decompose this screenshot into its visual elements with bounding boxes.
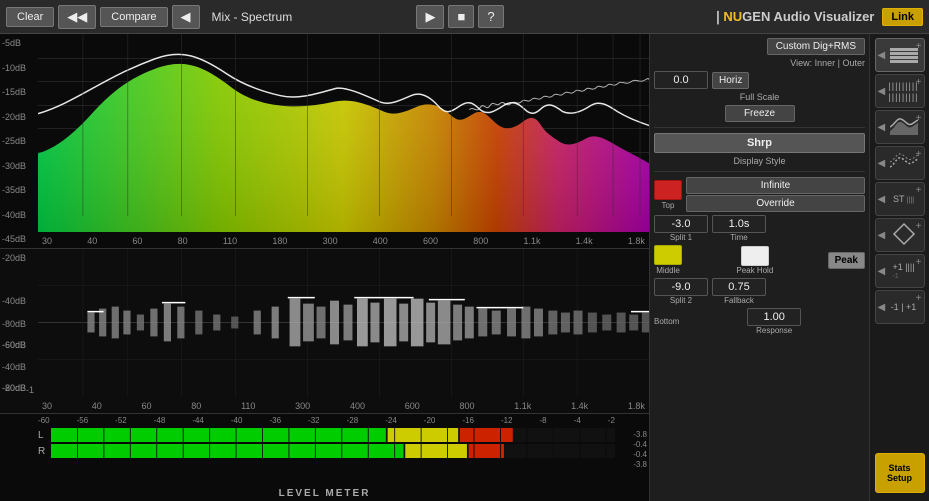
full-scale-label: Full Scale <box>654 92 865 102</box>
stats-setup-button[interactable]: Stats Setup <box>875 453 925 493</box>
spectrum-y-labels: -5dB -10dB -15dB -20dB -25dB -30dB -35dB… <box>0 34 38 248</box>
custom-dig-rms-button[interactable]: Custom Dig+RMS <box>767 38 865 55</box>
middle-label: Middle <box>656 266 680 275</box>
viz-btn-meter1[interactable]: ◀ +1 |||| -1 + <box>875 254 925 288</box>
peak-color-swatch <box>741 246 769 266</box>
split1-input[interactable] <box>654 215 708 233</box>
arrow-left-icon-3: ◀ <box>878 122 886 133</box>
clear-button[interactable]: Clear <box>6 7 54 27</box>
time-label: Time <box>730 233 747 242</box>
nugen-logo: ❘NUGEN Audio Visualizer <box>712 9 874 25</box>
level-meter-label: LEVEL METER <box>279 488 371 499</box>
main-layout: -5dB -10dB -15dB -20dB -25dB -30dB -35dB… <box>0 34 929 501</box>
minus1-label: -1 <box>26 385 34 395</box>
far-right-panel: ◀ + ◀ ||||||||| ||||||||| + ◀ <box>869 34 929 501</box>
viz-btn-filled[interactable]: ◀ + <box>875 110 925 144</box>
r-label: R <box>38 446 48 457</box>
top-bar: Clear ◀◀ Compare ◀ Mix - Spectrum ▶ ■ ? … <box>0 0 929 34</box>
fallback-label: Fallback <box>724 296 754 305</box>
link-button[interactable]: Link <box>882 8 923 26</box>
viz-btn-meter2[interactable]: ◀ -1 | +1 + <box>875 290 925 324</box>
l-label: L <box>38 430 48 441</box>
peak-hold-label: Peak Hold <box>736 266 773 275</box>
plus-icon-3: + <box>916 113 922 124</box>
middle-color-swatch <box>654 245 682 265</box>
spectrum-x-labels: 30 40 60 80 110 180 300 400 600 800 1.1k… <box>38 236 649 246</box>
r-meter-bar <box>51 444 615 458</box>
arrow-left-icon-4: ◀ <box>878 158 886 169</box>
spectrum-area: -5dB -10dB -15dB -20dB -25dB -30dB -35dB… <box>0 34 649 249</box>
plus-icon-6: + <box>916 221 922 232</box>
view-label: View: Inner | Outer <box>654 58 865 68</box>
stats-label: Stats <box>888 463 910 473</box>
prev-button[interactable]: ◀ <box>172 5 200 29</box>
left-panel: -5dB -10dB -15dB -20dB -25dB -30dB -35dB… <box>0 34 649 501</box>
viz-btn-st[interactable]: ◀ ST |||| + <box>875 182 925 216</box>
level-meter-area: -60 -56 -52 -48 -44 -40 -36 -32 -28 -24 … <box>0 414 649 501</box>
freeze-button[interactable]: Freeze <box>725 105 795 122</box>
bottom-ctrl-label: Bottom <box>654 317 679 326</box>
infinite-button[interactable]: Infinite <box>686 177 865 194</box>
setup-label: Setup <box>887 473 912 483</box>
title-text: Mix - Spectrum <box>204 10 413 24</box>
split2-input[interactable] <box>654 278 708 296</box>
viz-btn-diamond[interactable]: ◀ + <box>875 218 925 252</box>
help-button[interactable]: ? <box>478 5 503 28</box>
l-meter-bar <box>51 428 615 442</box>
peak-button[interactable]: Peak <box>828 252 865 269</box>
top-label: Top <box>662 201 675 210</box>
plus-icon-2: + <box>916 77 922 88</box>
arrow-left-icon-5: ◀ <box>878 194 886 205</box>
time-input[interactable] <box>712 215 766 233</box>
horiz-button[interactable]: Horiz <box>712 72 749 89</box>
right-panel: Custom Dig+RMS View: Inner | Outer Horiz… <box>649 34 869 501</box>
compare-button[interactable]: Compare <box>100 7 167 27</box>
split1-label: Split 1 <box>670 233 692 242</box>
response-label: Response <box>756 326 792 335</box>
correlator-area: -20dB -40dB -60dB -80dB -20dB -40dB -60d… <box>0 249 649 414</box>
correlator-x-labels: 30 40 60 80 110 300 400 600 800 1.1k 1.4… <box>38 401 649 411</box>
viz-btn-bars[interactable]: ◀ + <box>875 38 925 72</box>
plus-icon-8: + <box>916 293 922 304</box>
spectrum-svg <box>38 34 649 232</box>
response-input[interactable] <box>747 308 801 326</box>
display-style-label: Display Style <box>654 156 865 166</box>
plus-icon-7: + <box>916 257 922 268</box>
full-scale-input[interactable] <box>654 71 708 89</box>
plus-icon-1: + <box>916 41 922 52</box>
arrow-left-icon: ◀ <box>878 50 886 61</box>
split2-label: Split 2 <box>670 296 692 305</box>
viz-btn-dots[interactable]: ◀ + <box>875 146 925 180</box>
stop-button[interactable]: ■ <box>448 5 474 28</box>
arrow-left-icon-6: ◀ <box>878 230 886 241</box>
correlator-svg <box>38 249 649 397</box>
plus-icon-4: + <box>916 149 922 160</box>
plus-icon-5: + <box>916 185 922 196</box>
arrow-left-icon-8: ◀ <box>878 302 886 313</box>
override-button[interactable]: Override <box>686 195 865 212</box>
back-button[interactable]: ◀◀ <box>58 5 96 29</box>
arrow-left-icon-2: ◀ <box>878 86 886 97</box>
top-color-swatch <box>654 180 682 200</box>
viz-btn-wave[interactable]: ◀ ||||||||| ||||||||| + <box>875 74 925 108</box>
shrp-button[interactable]: Shrp <box>654 133 865 153</box>
play-button[interactable]: ▶ <box>416 5 444 29</box>
fallback-input[interactable] <box>712 278 766 296</box>
arrow-left-icon-7: ◀ <box>878 266 886 277</box>
